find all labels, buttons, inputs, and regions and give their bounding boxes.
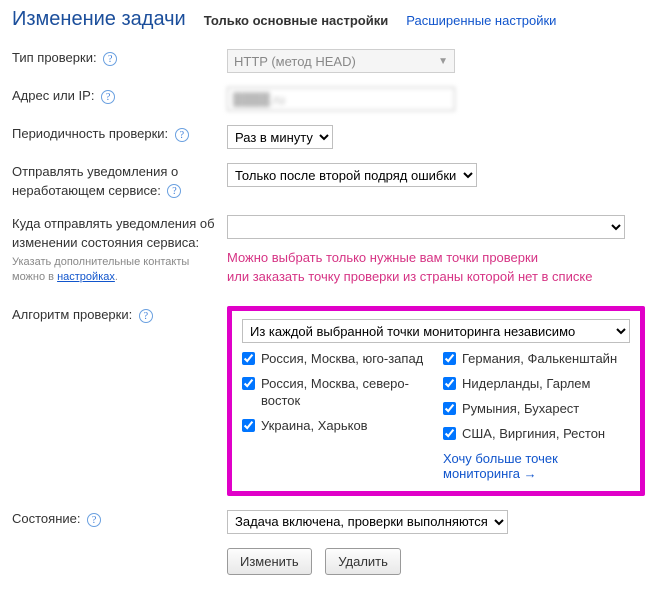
help-icon[interactable]: ? [87,513,101,527]
notify-down-select[interactable]: Только после второй подряд ошибки [227,163,477,187]
help-icon[interactable]: ? [139,309,153,323]
help-icon[interactable]: ? [167,184,181,198]
checkpoint-item[interactable]: Россия, Москва, северо-восток [242,376,429,410]
checkpoint-label: Россия, Москва, юго-запад [261,351,423,368]
checkpoint-label: Румыния, Бухарест [462,401,579,418]
check-type-value: HTTP (метод HEAD) [234,54,356,69]
checkpoint-checkbox[interactable] [242,352,255,365]
checkpoint-label: Украина, Харьков [261,418,368,435]
checkpoint-label: США, Виргиния, Рестон [462,426,605,443]
address-input[interactable] [227,87,455,111]
checkpoint-checkbox[interactable] [443,427,456,440]
help-icon[interactable]: ? [103,52,117,66]
checkpoint-label: Нидерланды, Гарлем [462,376,590,393]
checkpoint-checkbox[interactable] [242,419,255,432]
algorithm-highlight-box: Из каждой выбранной точки мониторинга не… [227,306,645,496]
tab-basic[interactable]: Только основные настройки [204,13,389,28]
interval-select[interactable]: Раз в минуту [227,125,333,149]
chevron-down-icon: ▼ [438,56,448,67]
checkpoint-item[interactable]: США, Виргиния, Рестон [443,426,630,443]
checkpoint-label: Россия, Москва, северо-восток [261,376,429,410]
label-state: Состояние: [12,511,80,526]
checkpoint-item[interactable]: Нидерланды, Гарлем [443,376,630,393]
settings-link[interactable]: настройках [57,271,115,283]
tab-advanced[interactable]: Расширенные настройки [406,13,556,28]
checkpoint-item[interactable]: Украина, Харьков [242,418,429,435]
checkpoint-checkbox[interactable] [242,377,255,390]
label-check-type: Тип проверки: [12,50,97,65]
notify-where-select[interactable] [227,215,625,239]
callout-line1: Можно выбрать только нужные вам точки пр… [227,249,592,268]
delete-button[interactable]: Удалить [325,548,401,575]
checkpoint-item[interactable]: Россия, Москва, юго-запад [242,351,429,368]
notify-hint-post: . [115,271,118,283]
label-address: Адрес или IP: [12,88,94,103]
check-type-select[interactable]: HTTP (метод HEAD) ▼ [227,49,455,73]
label-interval: Периодичность проверки: [12,126,168,141]
save-button[interactable]: Изменить [227,548,312,575]
label-algorithm: Алгоритм проверки: [12,307,132,322]
checkpoint-item[interactable]: Германия, Фалькенштайн [443,351,630,368]
checkpoint-item[interactable]: Румыния, Бухарест [443,401,630,418]
algorithm-select[interactable]: Из каждой выбранной точки мониторинга не… [242,319,630,343]
help-icon[interactable]: ? [101,90,115,104]
callout-box: Можно выбрать только нужные вам точки пр… [227,249,592,287]
label-notify-where: Куда отправлять уведомления об изменении… [12,216,215,250]
page-title: Изменение задачи [12,8,186,31]
callout-line2: или заказать точку проверки из страны ко… [227,268,592,287]
state-select[interactable]: Задача включена, проверки выполняются [227,510,508,534]
label-notify-down: Отправлять уведомления о неработающем се… [12,164,178,198]
checkpoint-label: Германия, Фалькенштайн [462,351,617,368]
checkpoint-checkbox[interactable] [443,352,456,365]
more-points-link[interactable]: Хочу больше точек мониторинга → [443,451,630,481]
help-icon[interactable]: ? [175,128,189,142]
checkpoint-checkbox[interactable] [443,402,456,415]
checkpoint-checkbox[interactable] [443,377,456,390]
